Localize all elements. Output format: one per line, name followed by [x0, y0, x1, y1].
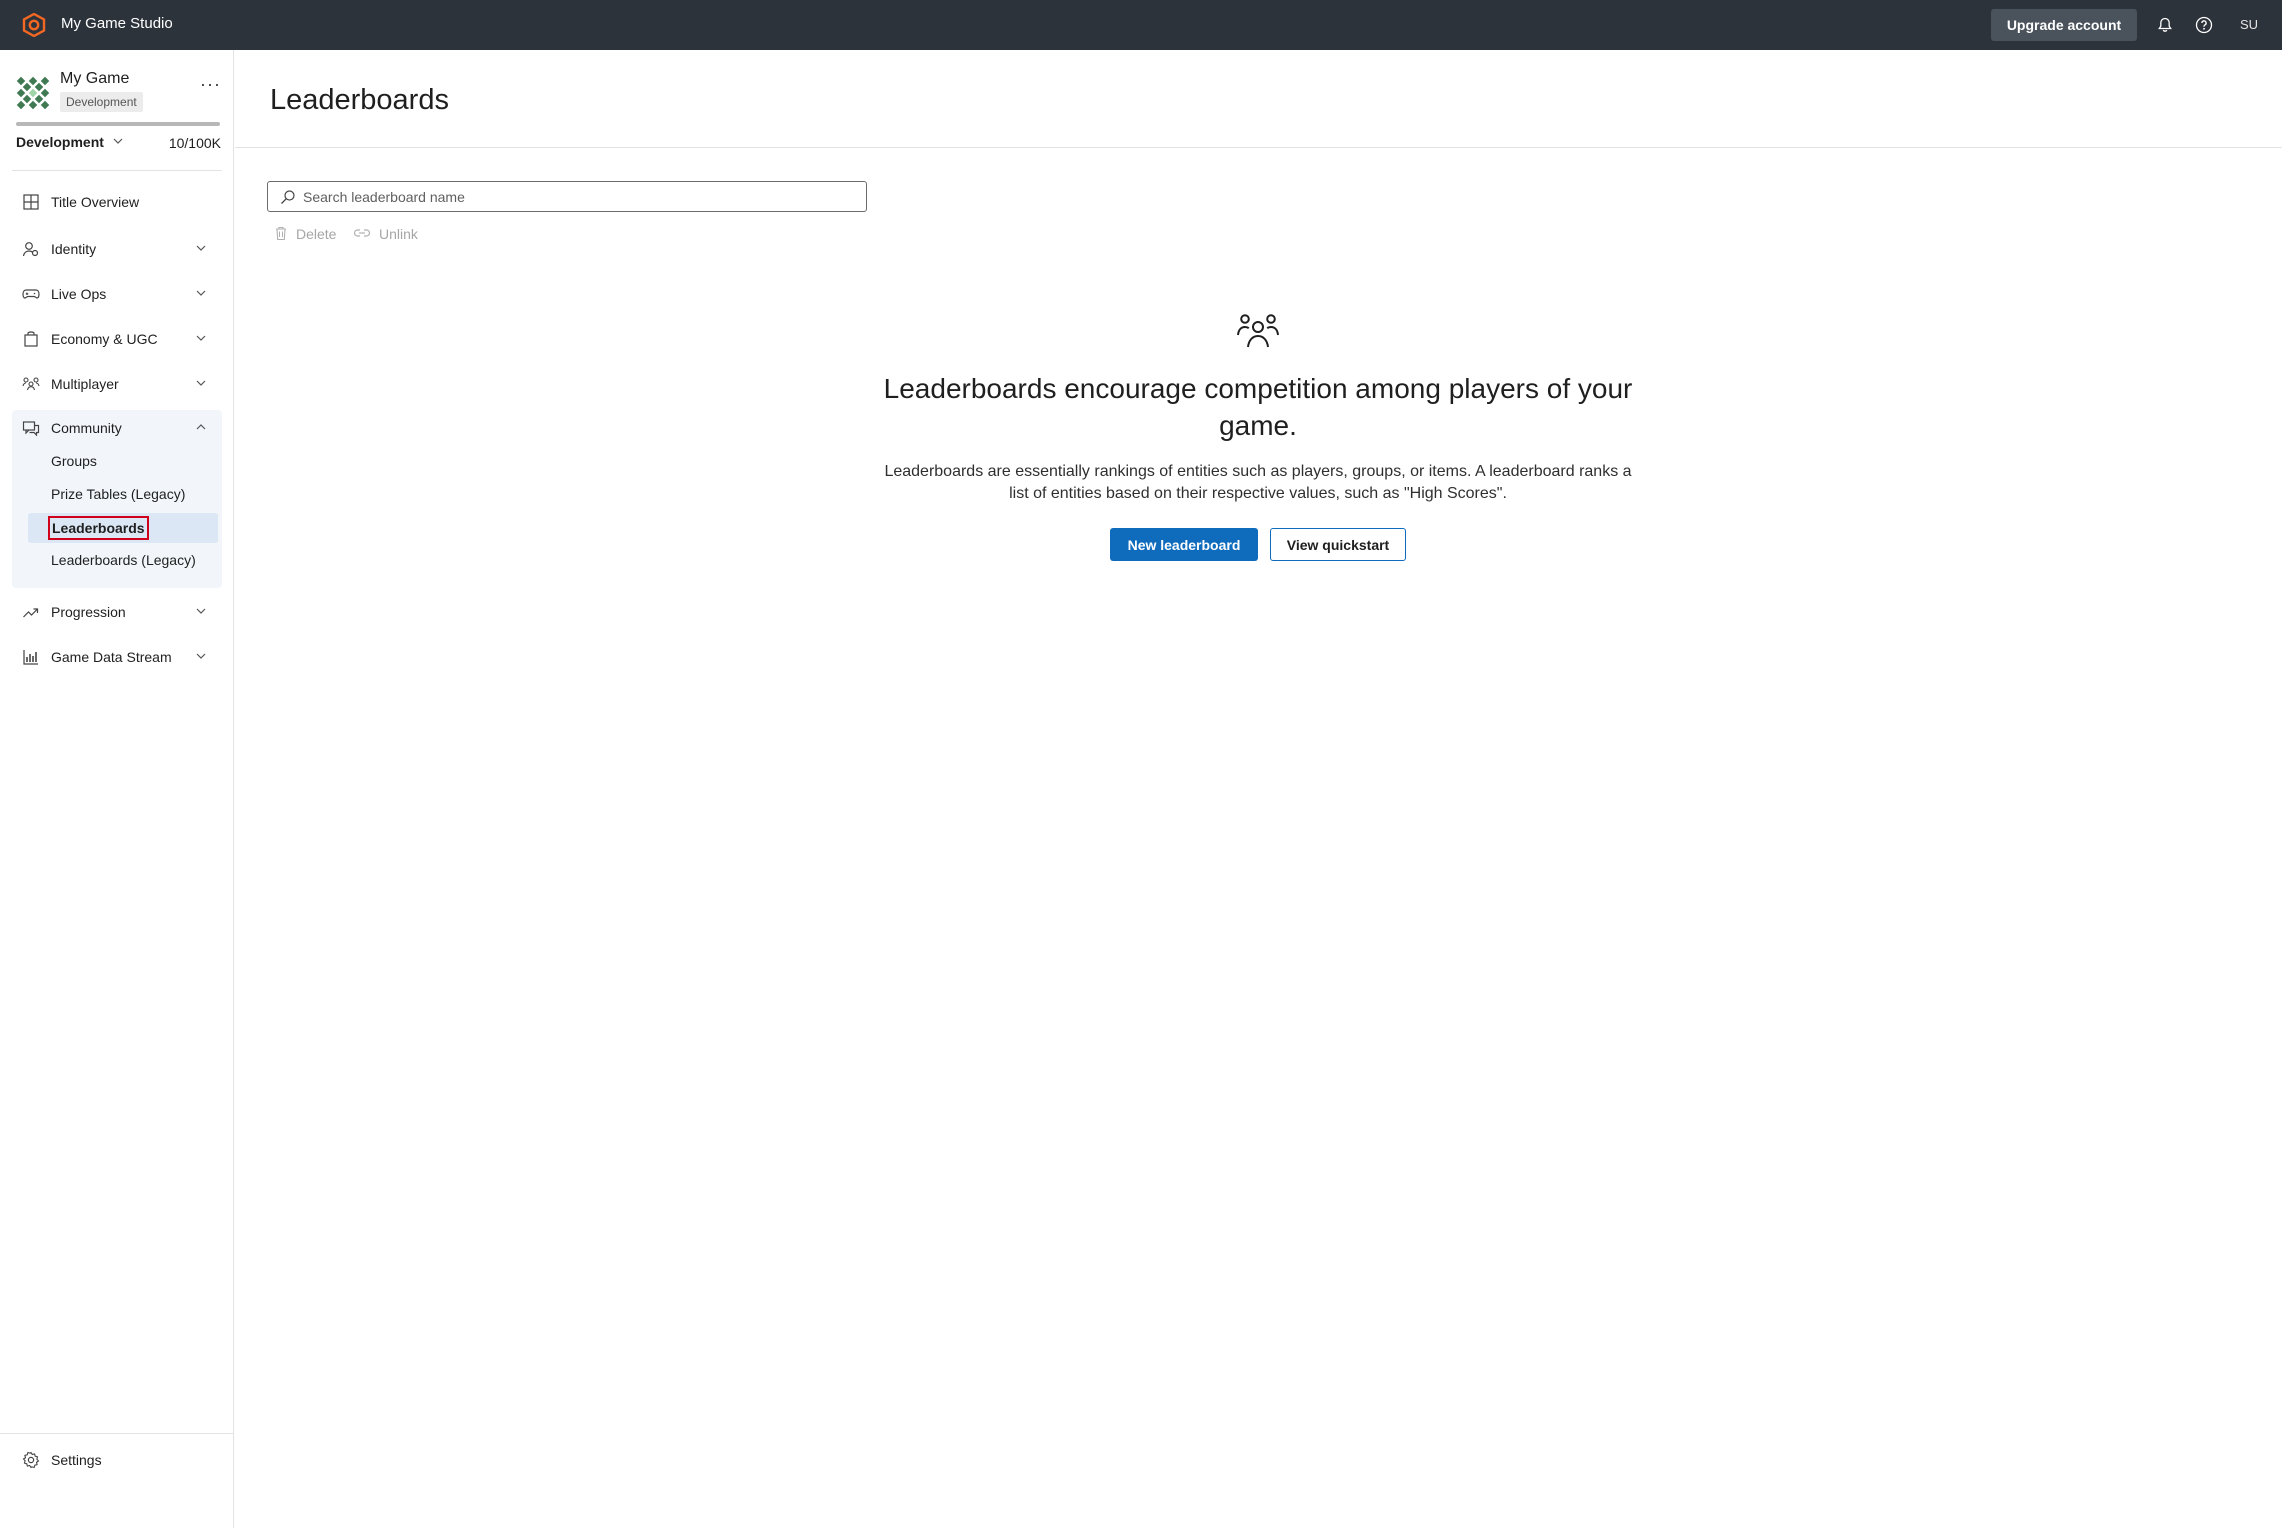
- sidebar-item-title-overview[interactable]: Title Overview: [12, 184, 222, 220]
- sidebar-subitem-prize-tables-legacy[interactable]: Prize Tables (Legacy): [51, 486, 185, 502]
- chat-icon: [22, 419, 40, 437]
- sidebar-subitem-groups[interactable]: Groups: [51, 453, 97, 469]
- sidebar-divider: [12, 170, 222, 171]
- game-header: My Game Development ···: [16, 70, 222, 130]
- trash-icon: [274, 225, 288, 244]
- gear-icon: [22, 1451, 40, 1469]
- upgrade-account-button[interactable]: Upgrade account: [1991, 9, 2137, 41]
- chevron-down-icon: [194, 376, 208, 390]
- people-group-icon: [1236, 313, 1280, 349]
- game-avatar: [16, 76, 50, 110]
- trend-icon: [22, 603, 40, 621]
- help-icon[interactable]: [2193, 14, 2215, 36]
- user-avatar[interactable]: SU: [2240, 17, 2258, 32]
- multiplayer-icon: [22, 375, 40, 393]
- search-box[interactable]: [267, 181, 867, 212]
- chevron-down-icon: [194, 286, 208, 300]
- sidebar-item-economy-ugc[interactable]: Economy & UGC: [12, 321, 222, 357]
- sidebar-item-game-data-stream[interactable]: Game Data Stream: [12, 639, 222, 675]
- sidebar-item-identity[interactable]: Identity: [12, 231, 222, 267]
- shopping-bag-icon: [22, 330, 40, 348]
- unlink-button[interactable]: Unlink: [353, 224, 418, 244]
- search-input[interactable]: [303, 184, 853, 209]
- grid-icon: [22, 193, 40, 211]
- environment-badge: Development: [60, 92, 143, 112]
- sidebar-item-label: Identity: [51, 241, 97, 257]
- environment-select[interactable]: Development: [16, 134, 124, 150]
- title-divider: [235, 147, 2282, 148]
- sidebar-item-live-ops[interactable]: Live Ops: [12, 276, 222, 312]
- gamepad-icon: [22, 285, 40, 303]
- environment-select-label: Development: [16, 134, 104, 150]
- chevron-down-icon: [112, 134, 124, 150]
- sidebar-subitem-leaderboards[interactable]: Leaderboards: [48, 516, 149, 540]
- sidebar-item-community[interactable]: Community: [12, 410, 222, 446]
- delete-button[interactable]: Delete: [274, 224, 336, 244]
- sidebar: My Game Development ··· Development 10/1…: [0, 50, 234, 1528]
- unlink-icon: [353, 226, 371, 243]
- top-bar: My Game Studio Upgrade account SU: [0, 0, 2282, 50]
- usage-count: 10/100K: [168, 135, 221, 151]
- sidebar-item-label: Title Overview: [51, 194, 140, 210]
- bell-icon[interactable]: [2154, 14, 2176, 36]
- bar-chart-icon: [22, 648, 40, 666]
- delete-label: Delete: [296, 226, 337, 242]
- unlink-label: Unlink: [379, 226, 418, 242]
- page-title: Leaderboards: [270, 84, 449, 116]
- chevron-down-icon: [194, 331, 208, 345]
- search-icon: [280, 189, 296, 205]
- sidebar-subitem-leaderboards-legacy[interactable]: Leaderboards (Legacy): [51, 552, 196, 568]
- community-group: Community Groups Prize Tables (Legacy) L…: [12, 410, 222, 588]
- new-leaderboard-button[interactable]: New leaderboard: [1110, 528, 1258, 561]
- usage-progress-fill: [16, 122, 220, 126]
- sidebar-item-progression[interactable]: Progression: [12, 594, 222, 630]
- chevron-down-icon: [194, 241, 208, 255]
- sidebar-item-label: Live Ops: [51, 286, 107, 302]
- chevron-down-icon: [194, 604, 208, 618]
- identity-icon: [22, 240, 40, 258]
- sidebar-item-label: Game Data Stream: [51, 649, 172, 665]
- sidebar-item-settings[interactable]: Settings: [12, 1442, 222, 1478]
- sidebar-item-label: Economy & UGC: [51, 331, 158, 347]
- chevron-up-icon: [194, 420, 208, 434]
- chevron-down-icon: [194, 649, 208, 663]
- sidebar-item-label: Community: [51, 420, 122, 436]
- studio-name[interactable]: My Game Studio: [61, 15, 173, 32]
- sidebar-item-multiplayer[interactable]: Multiplayer: [12, 366, 222, 402]
- sidebar-item-label: Progression: [51, 604, 126, 620]
- sidebar-item-label: Settings: [51, 1452, 102, 1468]
- more-options-icon[interactable]: ···: [200, 74, 221, 95]
- empty-state-description: Leaderboards are essentially rankings of…: [884, 463, 1632, 502]
- settings-divider: [0, 1433, 234, 1434]
- game-name: My Game: [60, 70, 130, 87]
- empty-state-heading: Leaderboards encourage competition among…: [883, 373, 1633, 441]
- studio-logo-icon[interactable]: [22, 12, 46, 38]
- view-quickstart-button[interactable]: View quickstart: [1270, 528, 1406, 561]
- usage-progress-bar: [16, 122, 220, 126]
- sidebar-item-label: Multiplayer: [51, 376, 119, 392]
